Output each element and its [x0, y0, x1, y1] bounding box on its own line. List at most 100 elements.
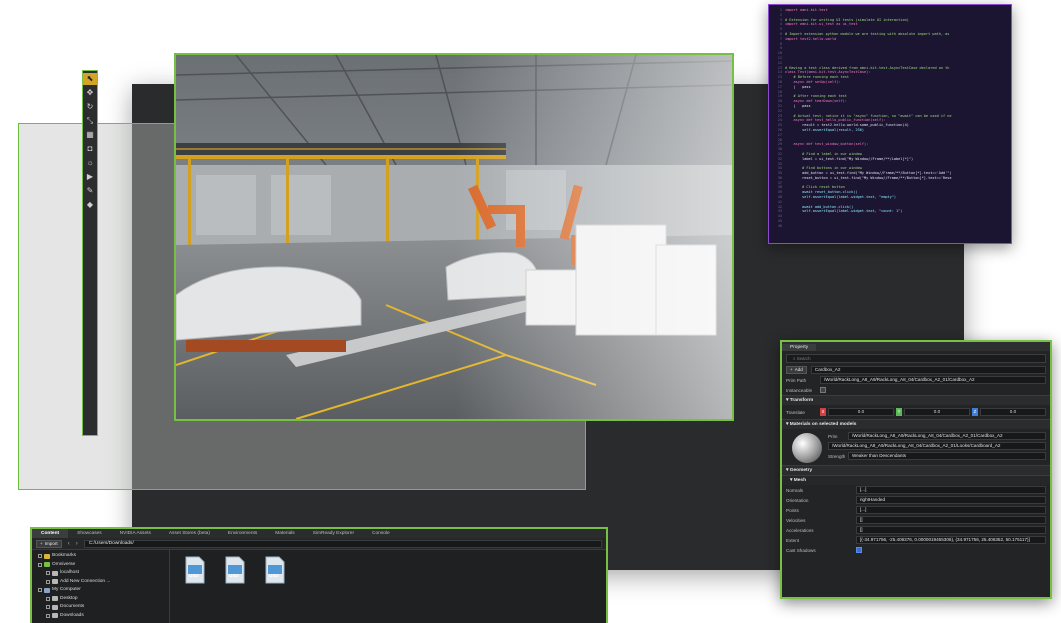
import-button[interactable]: + Import — [36, 539, 62, 548]
tree-item[interactable]: Documents — [32, 603, 169, 612]
usd-file-icon — [265, 556, 285, 584]
transform-section-header[interactable]: ▾ Transform — [782, 395, 1050, 405]
translate-label: Translate — [786, 409, 805, 415]
content-tabbar: Content Showcases NVIDIA Assets Asset Store… — [32, 529, 606, 538]
strength-label: Strength — [828, 453, 846, 459]
import-button-label: Import — [44, 540, 58, 546]
materials-section-header[interactable]: ▾ Materials on selected models — [782, 419, 1050, 429]
translate-x-field[interactable]: 0.0 — [828, 408, 894, 416]
code-line[interactable] — [785, 224, 1011, 229]
code-editor[interactable]: 1 2 3 4 5 6 7 8 9 10 11 12 13 14 15 16 17 18 19 20 21 22 23 24 2… — [768, 4, 1012, 244]
expand-icon[interactable] — [38, 562, 42, 567]
tab-simready-explorer[interactable]: SimReady Explorer — [304, 529, 363, 538]
usd-file-item[interactable]: USD — [224, 556, 246, 584]
back-icon[interactable]: ‹ — [68, 541, 70, 547]
factory-render — [176, 55, 732, 419]
prim-path-field[interactable]: /World/RackLong_A8_A9/RackLong_A8_04/Car… — [820, 376, 1046, 384]
tree-item-label: localhost — [60, 570, 79, 575]
expand-icon[interactable] — [46, 605, 50, 610]
rotate-icon[interactable]: ↻ — [83, 101, 97, 113]
points-field[interactable]: [...] — [856, 506, 1046, 514]
light-icon[interactable]: ☼ — [83, 157, 97, 169]
select-icon[interactable]: ⬉ — [83, 73, 97, 85]
tab-materials[interactable]: Materials — [266, 529, 303, 538]
translate-y-field[interactable]: 0.0 — [904, 408, 970, 416]
tab-property[interactable]: Property — [782, 344, 817, 351]
usd-file-item[interactable]: USD — [264, 556, 286, 584]
strength-dropdown[interactable]: Weaker than Descendants — [848, 452, 1046, 460]
usd-file-icon — [225, 556, 245, 584]
plus-icon: + — [790, 367, 793, 372]
tree-item[interactable]: Bookmarks — [32, 552, 169, 561]
normals-label: Normals — [786, 487, 804, 493]
tab-showcases[interactable]: Showcases — [68, 529, 111, 538]
forward-icon[interactable]: › — [76, 541, 78, 547]
materials-section-title: Materials on selected models — [789, 422, 857, 427]
snap-icon[interactable]: ▦ — [83, 129, 97, 141]
tree-item[interactable]: Omniverse — [32, 561, 169, 570]
play-icon[interactable]: ▶ — [83, 171, 97, 183]
path-field[interactable]: C:/Users/Downloads/ — [83, 539, 602, 548]
tree-item-label: Add New Connection ... — [60, 578, 111, 584]
expand-icon[interactable] — [38, 588, 42, 593]
mesh-section-header[interactable]: ▾ Mesh — [782, 475, 1050, 485]
paint-icon[interactable]: ✎ — [83, 185, 97, 197]
tab-content[interactable]: Content — [32, 529, 69, 538]
extent-field[interactable]: [(-34.971756, -25.406376, 0.000001946530… — [856, 536, 1046, 544]
points-label: Points — [786, 507, 799, 513]
code-text[interactable]: import omni.kit.test # Extension for writ… — [785, 8, 1011, 229]
prim-label: Prim — [828, 433, 838, 439]
viewport[interactable] — [174, 53, 734, 421]
add-button-label: Add — [794, 367, 803, 372]
expand-icon[interactable] — [38, 554, 42, 559]
tree-item[interactable]: Desktop — [32, 595, 169, 604]
scale-icon[interactable]: ⤡ — [83, 115, 97, 127]
tab-nvidia-assets[interactable]: NVIDIA Assets — [111, 529, 160, 538]
instanceable-checkbox[interactable] — [820, 387, 826, 393]
material-prim-field[interactable]: /World/RackLong_A8_A9/RackLong_A8_04/Car… — [848, 432, 1046, 440]
geometry-section-header[interactable]: ▾ Geometry — [782, 465, 1050, 475]
extent-label: Extent — [786, 537, 800, 543]
viewport-toolbar: ⬉ ✥ ↻ ⤡ ▦ ◘ ☼ ▶ ✎ ◆ — [82, 70, 98, 436]
tree-item[interactable]: localhost — [32, 569, 169, 578]
tree-item[interactable]: Add New Connection ... — [32, 578, 169, 587]
move-icon[interactable]: ✥ — [83, 87, 97, 99]
velocities-field[interactable]: [] — [856, 516, 1046, 524]
folder-icon — [52, 596, 58, 602]
tree-item-label: Bookmarks — [52, 553, 76, 558]
folder-icon — [52, 579, 58, 585]
tab-environments[interactable]: Environments — [219, 529, 266, 538]
geometry-section-title: Geometry — [789, 468, 813, 473]
tree-item-label: Documents — [60, 604, 85, 609]
cast-shadows-checkbox[interactable] — [856, 547, 862, 553]
folder-tree: Bookmarks Omniverse localhost Add New Conne… — [32, 550, 170, 623]
prim-name-field[interactable]: Cardbox_A2 — [810, 366, 1046, 374]
cast-shadows-label: Cast Shadows — [786, 547, 816, 553]
z-axis-icon: Z — [972, 408, 978, 416]
expand-icon[interactable] — [46, 596, 50, 601]
tree-item[interactable]: Downloads — [32, 612, 169, 621]
expand-icon[interactable] — [46, 613, 50, 618]
tree-item[interactable]: My Computer — [32, 586, 169, 595]
tab-console[interactable]: Console — [363, 529, 399, 538]
expand-icon[interactable] — [46, 571, 50, 576]
velocities-label: Velocities — [786, 517, 806, 523]
orientation-dropdown[interactable]: rightHanded — [856, 496, 1046, 504]
usd-file-item[interactable]: USD — [184, 556, 206, 584]
expand-icon[interactable] — [46, 579, 50, 584]
content-browser: Content Showcases NVIDIA Assets Asset Store… — [30, 527, 608, 623]
material-path-field[interactable]: /World/RackLong_A8_A9/RackLong_A8_04/Car… — [828, 442, 1046, 450]
property-search-input[interactable]: ⌕ Search — [786, 354, 1046, 363]
material-preview-sphere — [792, 433, 822, 463]
prim-path-label: Prim Path — [786, 377, 807, 383]
tab-asset-stores-beta[interactable]: Asset Stores (beta) — [160, 529, 219, 538]
add-button[interactable]: + Add — [786, 366, 807, 374]
physics-icon[interactable]: ◆ — [83, 199, 97, 211]
translate-z-field[interactable]: 0.0 — [980, 408, 1046, 416]
camera-icon[interactable]: ◘ — [83, 143, 97, 155]
normals-field[interactable]: [...] — [856, 486, 1046, 494]
folder-icon — [44, 587, 50, 593]
accelerations-field[interactable]: [] — [856, 526, 1046, 534]
tree-item-label: Downloads — [60, 612, 84, 618]
folder-icon — [52, 570, 58, 576]
